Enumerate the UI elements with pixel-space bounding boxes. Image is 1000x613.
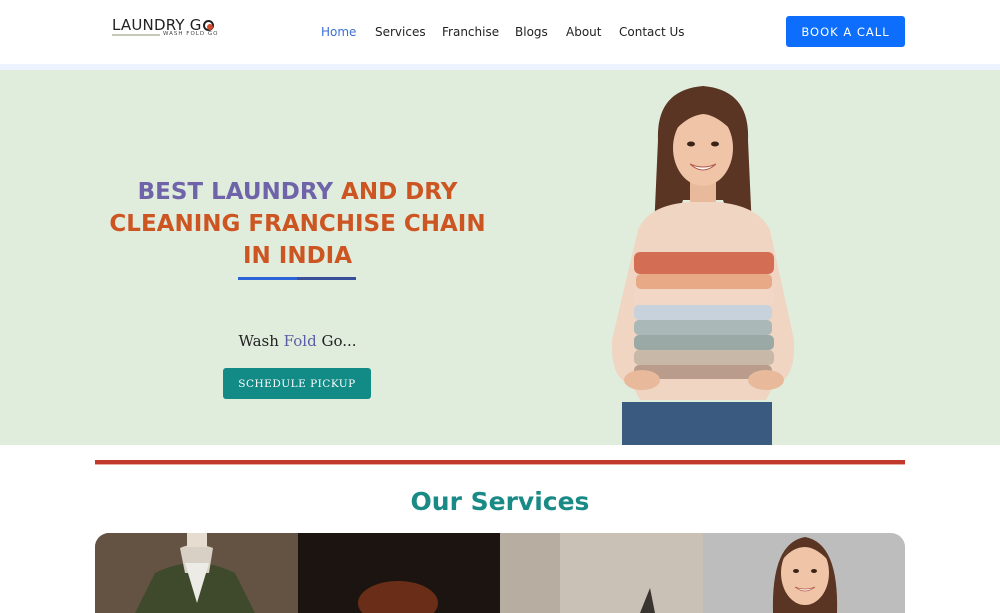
tagline-fold: Fold: [283, 332, 317, 350]
service-card-home-image[interactable]: [500, 533, 703, 613]
nav-about[interactable]: About: [566, 25, 601, 39]
hero-title-highlight: BEST LAUNDRY: [137, 179, 333, 205]
title-underline-accent: [297, 277, 356, 280]
logo-line: [112, 34, 160, 36]
logo-o-mark-icon: [202, 20, 214, 31]
nav-franchise[interactable]: Franchise: [442, 25, 499, 39]
tagline-wash: Wash: [238, 332, 279, 350]
nav-services[interactable]: Services: [375, 25, 426, 39]
services-title: Our Services: [410, 487, 590, 516]
logo-tagline: WASH FOLD GO: [163, 31, 219, 37]
site-header: LAUNDRY G WASH FOLD GO Home Services Fra…: [0, 0, 1000, 64]
service-card-shoe-image[interactable]: [298, 533, 500, 613]
nav-blogs[interactable]: Blogs: [515, 25, 548, 39]
hero-section: BEST LAUNDRY AND DRY CLEANING FRANCHISE …: [0, 70, 1000, 445]
schedule-pickup-button[interactable]: SCHEDULE PICKUP: [223, 368, 371, 399]
service-card-suit-image[interactable]: [95, 533, 298, 613]
tagline-go: Go...: [321, 332, 357, 350]
hero-title-part-3: IN INDIA: [242, 243, 353, 269]
nav-home[interactable]: Home: [321, 25, 356, 39]
nav-contact-us[interactable]: Contact Us: [619, 25, 685, 39]
hero-title-part-1: AND DRY: [341, 179, 458, 205]
section-divider: [95, 460, 905, 465]
services-cards: [95, 533, 905, 613]
hero-title: BEST LAUNDRY AND DRY CLEANING FRANCHISE …: [100, 176, 495, 272]
woman-holding-folded-clothes-image: [611, 86, 795, 445]
hero-tagline: Wash Fold Go...: [100, 332, 495, 350]
logo[interactable]: LAUNDRY G WASH FOLD GO: [112, 16, 217, 40]
hero-title-part-2: CLEANING FRANCHISE CHAIN: [109, 211, 486, 237]
service-card-woman-image[interactable]: [703, 533, 905, 613]
book-a-call-button[interactable]: BOOK A CALL: [786, 16, 905, 47]
